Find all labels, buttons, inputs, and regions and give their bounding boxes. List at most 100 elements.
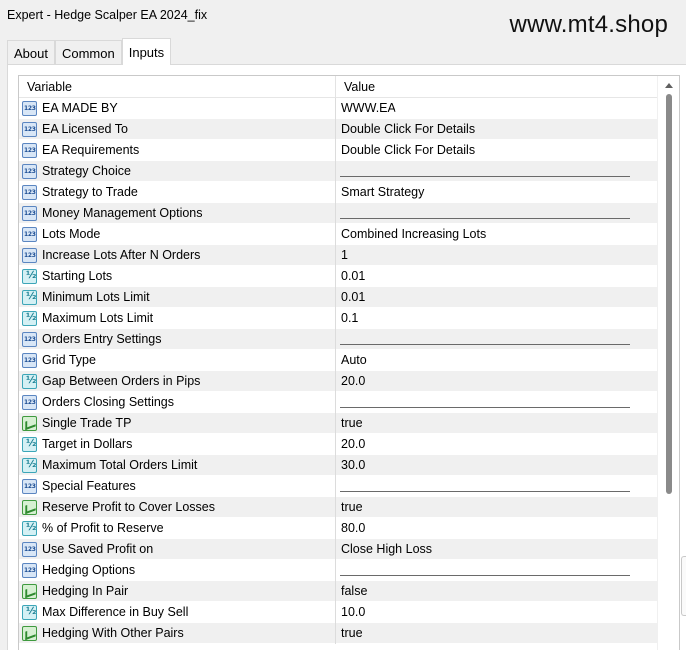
variable-cell[interactable]: Starting Lots [19, 266, 336, 287]
variable-cell[interactable]: Hedging In Pair [19, 581, 336, 602]
table-row[interactable]: Lots Mode Combined Increasing Lots [19, 224, 657, 245]
value-cell[interactable]: Smart Strategy [336, 182, 657, 203]
table-row[interactable]: Strategy to Trade Smart Strategy [19, 182, 657, 203]
table-row[interactable]: Gap Between Orders in Pips 20.0 [19, 371, 657, 392]
value-cell[interactable]: 1 [336, 245, 657, 266]
value-cell[interactable]: 30.0 [336, 455, 657, 476]
table-row[interactable]: Strategy Choice [19, 161, 657, 182]
scroll-up-arrow-icon[interactable] [665, 83, 673, 88]
boolean-type-icon [22, 416, 37, 431]
value-cell[interactable]: true [336, 623, 657, 644]
table-row[interactable]: Maximum Lots Limit 0.1 [19, 308, 657, 329]
value-cell[interactable]: 0.1 [336, 308, 657, 329]
value-cell[interactable]: Double Click For Details [336, 140, 657, 161]
value-cell[interactable]: Auto [336, 350, 657, 371]
table-row[interactable]: Target in Dollars 20.0 [19, 434, 657, 455]
variable-cell[interactable]: Maximum Lots Limit [19, 308, 336, 329]
table-row[interactable]: Single Trade TP true [19, 413, 657, 434]
variable-value: Double Click For Details [341, 122, 476, 136]
table-row[interactable]: Hedging With Other Pairs true [19, 623, 657, 644]
table-row[interactable]: EA Requirements Double Click For Details [19, 140, 657, 161]
value-cell[interactable] [336, 329, 657, 350]
vertical-scrollbar[interactable] [657, 76, 679, 650]
value-cell[interactable]: 80.0 [336, 518, 657, 539]
variable-cell[interactable]: Reserve Profit to Cover Losses [19, 497, 336, 518]
value-cell[interactable] [336, 476, 657, 497]
tab-about[interactable]: About [7, 40, 55, 65]
variable-cell[interactable]: Use Saved Profit on [19, 539, 336, 560]
boolean-type-icon [22, 500, 37, 515]
table-row[interactable]: Use Saved Profit on Close High Loss [19, 539, 657, 560]
table-row[interactable]: Maximum Total Orders Limit 30.0 [19, 455, 657, 476]
value-cell[interactable]: Combined Increasing Lots [336, 224, 657, 245]
variable-cell[interactable]: Special Features [19, 476, 336, 497]
variable-cell[interactable]: Hedging With Other Pairs [19, 623, 336, 644]
tab-common[interactable]: Common [54, 40, 122, 65]
table-row[interactable]: Orders Entry Settings [19, 329, 657, 350]
value-cell[interactable]: 20.0 [336, 371, 657, 392]
variable-name: Maximum Total Orders Limit [42, 458, 198, 472]
value-cell[interactable]: Close High Loss [336, 539, 657, 560]
double-type-icon [22, 311, 37, 326]
value-cell[interactable]: 0.01 [336, 266, 657, 287]
integer-type-icon [22, 185, 37, 200]
variable-cell[interactable]: Increase Lots After N Orders [19, 245, 336, 266]
variable-cell[interactable]: Lots Mode [19, 224, 336, 245]
variable-cell[interactable]: Gap Between Orders in Pips [19, 371, 336, 392]
variable-name: Grid Type [42, 353, 96, 367]
variable-cell[interactable]: Max Difference in Buy Sell [19, 602, 336, 623]
variable-cell[interactable]: Minimum Lots Limit [19, 287, 336, 308]
value-cell[interactable]: WWW.EA [336, 98, 657, 119]
variable-cell[interactable]: EA Requirements [19, 140, 336, 161]
table-row[interactable]: EA Licensed To Double Click For Details [19, 119, 657, 140]
table-row[interactable]: Special Features [19, 476, 657, 497]
value-cell[interactable]: 20.0 [336, 434, 657, 455]
table-row[interactable]: Orders Closing Settings [19, 392, 657, 413]
variable-value: Close High Loss [341, 542, 433, 556]
variable-cell[interactable]: % of Profit to Reserve [19, 518, 336, 539]
value-cell[interactable]: 10.0 [336, 602, 657, 623]
table-row[interactable]: Minimum Lots Limit 0.01 [19, 287, 657, 308]
variable-cell[interactable]: Target in Dollars [19, 434, 336, 455]
variable-cell[interactable]: Strategy Choice [19, 161, 336, 182]
value-cell[interactable]: true [336, 497, 657, 518]
variable-cell[interactable]: Strategy to Trade [19, 182, 336, 203]
value-cell[interactable]: true [336, 413, 657, 434]
value-cell[interactable] [336, 161, 657, 182]
table-row[interactable]: % of Profit to Reserve 80.0 [19, 518, 657, 539]
value-cell[interactable] [336, 203, 657, 224]
table-row[interactable]: Max Difference in Buy Sell 10.0 [19, 602, 657, 623]
variable-cell[interactable]: Maximum Total Orders Limit [19, 455, 336, 476]
variable-cell[interactable]: Money Management Options [19, 203, 336, 224]
table-row[interactable]: Hedging In Pair false [19, 581, 657, 602]
table-row[interactable]: EA MADE BY WWW.EA [19, 98, 657, 119]
inputs-list[interactable]: Variable Value EA MADE BY WWW.EA EA Licens… [18, 75, 680, 650]
window-edge-control [681, 556, 686, 616]
integer-type-icon [22, 143, 37, 158]
variable-cell[interactable]: Orders Closing Settings [19, 392, 336, 413]
variable-cell[interactable]: Single Trade TP [19, 413, 336, 434]
table-row[interactable]: Starting Lots 0.01 [19, 266, 657, 287]
table-row[interactable]: Hedging Options [19, 560, 657, 581]
column-header-value[interactable]: Value [336, 76, 657, 98]
column-header-variable[interactable]: Variable [19, 76, 336, 98]
value-cell[interactable] [336, 560, 657, 581]
variable-cell[interactable]: EA MADE BY [19, 98, 336, 119]
table-row[interactable]: Increase Lots After N Orders 1 [19, 245, 657, 266]
variable-cell[interactable]: EA Licensed To [19, 119, 336, 140]
table-row[interactable]: Reserve Profit to Cover Losses true [19, 497, 657, 518]
boolean-type-icon [22, 584, 37, 599]
value-cell[interactable]: Double Click For Details [336, 119, 657, 140]
table-row[interactable]: Money Management Options [19, 203, 657, 224]
value-cell[interactable]: 0.01 [336, 287, 657, 308]
tab-inputs[interactable]: Inputs [121, 38, 172, 65]
value-cell[interactable]: false [336, 581, 657, 602]
variable-value: 30.0 [341, 458, 366, 472]
variable-cell[interactable]: Grid Type [19, 350, 336, 371]
variable-cell[interactable]: Hedging Options [19, 560, 336, 581]
variable-name: Increase Lots After N Orders [42, 248, 201, 262]
value-cell[interactable] [336, 392, 657, 413]
variable-cell[interactable]: Orders Entry Settings [19, 329, 336, 350]
scrollbar-thumb[interactable] [666, 94, 672, 494]
table-row[interactable]: Grid Type Auto [19, 350, 657, 371]
